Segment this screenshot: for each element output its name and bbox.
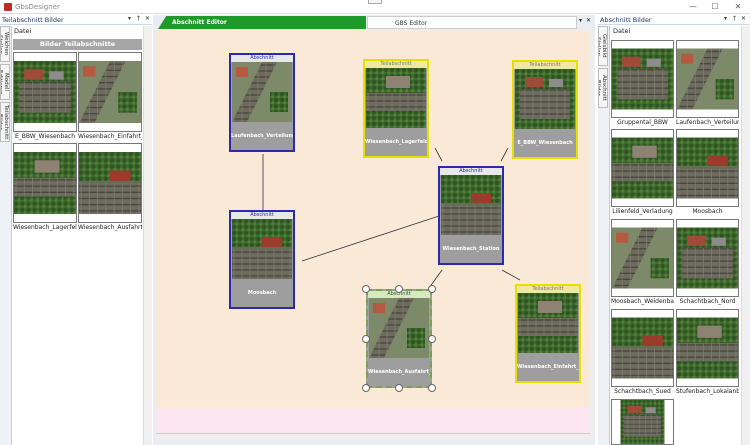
editor-footer-area <box>156 407 590 433</box>
vtab-weichen-stellen[interactable]: Weichen Stellen <box>0 26 10 62</box>
section-card[interactable]: Abschnitt Wiesenbach_Station <box>438 166 504 265</box>
card-name: Wiesenbach_Lagerfeld <box>365 139 427 145</box>
thumbnail[interactable] <box>13 143 77 223</box>
resize-handle[interactable] <box>428 285 436 293</box>
thumbnail[interactable] <box>676 40 739 118</box>
section-card[interactable]: Abschnitt Laufenbach_Verteilung <box>229 53 295 152</box>
left-vertical-tabs: Weichen Stellen Modell Editieren Teilabs… <box>0 26 12 445</box>
pin-icon[interactable]: † <box>733 15 736 22</box>
app-icon <box>4 3 12 11</box>
card-name: Wiesenbach_Einfahrt_Ost <box>517 364 579 370</box>
thumbnail-label: Wiesenbach_Ausfahrt_West <box>78 224 142 231</box>
card-caption: Abschnitt <box>440 168 502 175</box>
resize-handle[interactable] <box>395 384 403 392</box>
toolbar-grip[interactable] <box>368 0 382 4</box>
tab-abschnitt-editor[interactable]: Abschnitt Editor <box>158 16 366 29</box>
card-name: Moosbach <box>247 290 277 296</box>
vtab-modell-editieren[interactable]: Modell Editieren <box>0 64 10 100</box>
thumbnail-label: Gruppental_BBW <box>617 119 668 126</box>
thumbnail[interactable] <box>611 399 674 445</box>
resize-handle[interactable] <box>428 384 436 392</box>
window-title: GbsDesigner <box>15 3 60 11</box>
thumbnail[interactable] <box>676 309 739 387</box>
left-gallery-header: Bilder Teilabschnitte <box>13 39 142 50</box>
thumbnail[interactable] <box>13 52 77 132</box>
thumbnail[interactable] <box>78 52 142 132</box>
right-panel-title: Abschnitt Bilder <box>600 16 652 24</box>
resize-handle[interactable] <box>362 335 370 343</box>
resize-handle[interactable] <box>395 285 403 293</box>
right-panel-header: Abschnitt Bilder ▾ † ✕ <box>598 15 750 25</box>
thumbnail-label: Wiesenbach_Lagerfeld <box>13 224 77 231</box>
resize-handle[interactable] <box>362 285 370 293</box>
vtab-abschnitt-bilder[interactable]: Abschnitt Bilder <box>598 68 608 108</box>
card-name: Laufenbach_Verteilung <box>231 133 293 139</box>
thumbnail[interactable] <box>78 143 142 223</box>
thumbnail-label: Moosbach <box>692 208 723 215</box>
right-vertical-tabs: Gleisbild Stellen Abschnitt Bilder <box>598 26 610 445</box>
vtab-gleisbild-stellen[interactable]: Gleisbild Stellen <box>598 26 608 66</box>
pin-icon[interactable]: † <box>137 15 140 22</box>
card-caption: Abschnitt <box>231 212 293 219</box>
section-card[interactable]: Abschnitt Moosbach <box>229 210 295 309</box>
thumbnail-label: Laufenbach_Verteilung <box>676 119 739 126</box>
card-name: Wiesenbach_Ausfahrt_West <box>368 369 430 375</box>
thumbnail[interactable] <box>676 129 739 207</box>
thumbnail-label: E_BBW_Wiesenbach <box>14 133 76 140</box>
card-name: E_BBW_Wiesenbach <box>517 140 573 146</box>
maximize-button[interactable]: ☐ <box>708 2 722 12</box>
thumbnail-label: Lilienfeld_Verladung <box>612 208 673 215</box>
close-icon[interactable]: ✕ <box>741 15 746 22</box>
card-caption: Teilabschnitt <box>365 61 427 68</box>
thumbnail[interactable] <box>611 129 674 207</box>
editor-v-scrollbar[interactable] <box>590 30 595 441</box>
section-card[interactable]: Teilabschnitt E_BBW_Wiesenbach <box>512 60 578 159</box>
resize-handle[interactable] <box>362 384 370 392</box>
tab-close-icon[interactable]: ✕ <box>586 17 591 24</box>
card-caption: Abschnitt <box>231 55 293 62</box>
thumbnail-label: Schachtbach_Nord <box>679 298 736 305</box>
left-file-menu[interactable]: Datei <box>14 27 31 35</box>
resize-handle[interactable] <box>428 335 436 343</box>
tab-gbs-editor[interactable]: GBS Editor <box>367 16 577 29</box>
left-panel-header: Teilabschnitt Bilder ▾ † ✕ <box>0 15 152 25</box>
section-card[interactable]: Teilabschnitt Wiesenbach_Lagerfeld <box>363 59 429 158</box>
vtab-teilabschnitt-bilder[interactable]: Teilabschnitt Bilder <box>0 102 10 142</box>
minimize-button[interactable]: — <box>686 2 700 12</box>
thumbnail[interactable] <box>676 219 739 297</box>
left-scrollbar[interactable] <box>143 26 152 445</box>
dropdown-icon[interactable]: ▾ <box>724 15 727 22</box>
thumbnail-label: Stufenbach_Lokalanbindung <box>676 388 739 395</box>
section-card-selected[interactable]: Abschnitt Wiesenbach_Ausfahrt_West <box>366 289 432 388</box>
right-file-menu[interactable]: Datei <box>613 27 630 35</box>
card-caption: Teilabschnitt <box>517 286 579 293</box>
left-panel-title: Teilabschnitt Bilder <box>2 16 64 24</box>
dropdown-icon[interactable]: ▾ <box>128 15 131 22</box>
close-button[interactable]: ✕ <box>731 2 745 12</box>
right-scrollbar[interactable] <box>741 26 750 445</box>
thumbnail-label: Moosbach_Weidenbach <box>611 298 674 305</box>
tab-dropdown-icon[interactable]: ▾ <box>579 17 582 24</box>
thumbnail[interactable] <box>611 309 674 387</box>
thumbnail[interactable] <box>611 219 674 297</box>
close-icon[interactable]: ✕ <box>145 15 150 22</box>
card-caption: Teilabschnitt <box>514 62 576 69</box>
thumbnail[interactable] <box>611 40 674 118</box>
thumbnail-label: Wiesenbach_Einfahrt_Ost <box>78 133 142 140</box>
card-name: Wiesenbach_Station <box>442 246 500 252</box>
section-card[interactable]: Teilabschnitt Wiesenbach_Einfahrt_Ost <box>515 284 581 383</box>
thumbnail-label: Schachtbach_Sued <box>614 388 671 395</box>
editor-h-scrollbar[interactable] <box>156 433 590 441</box>
